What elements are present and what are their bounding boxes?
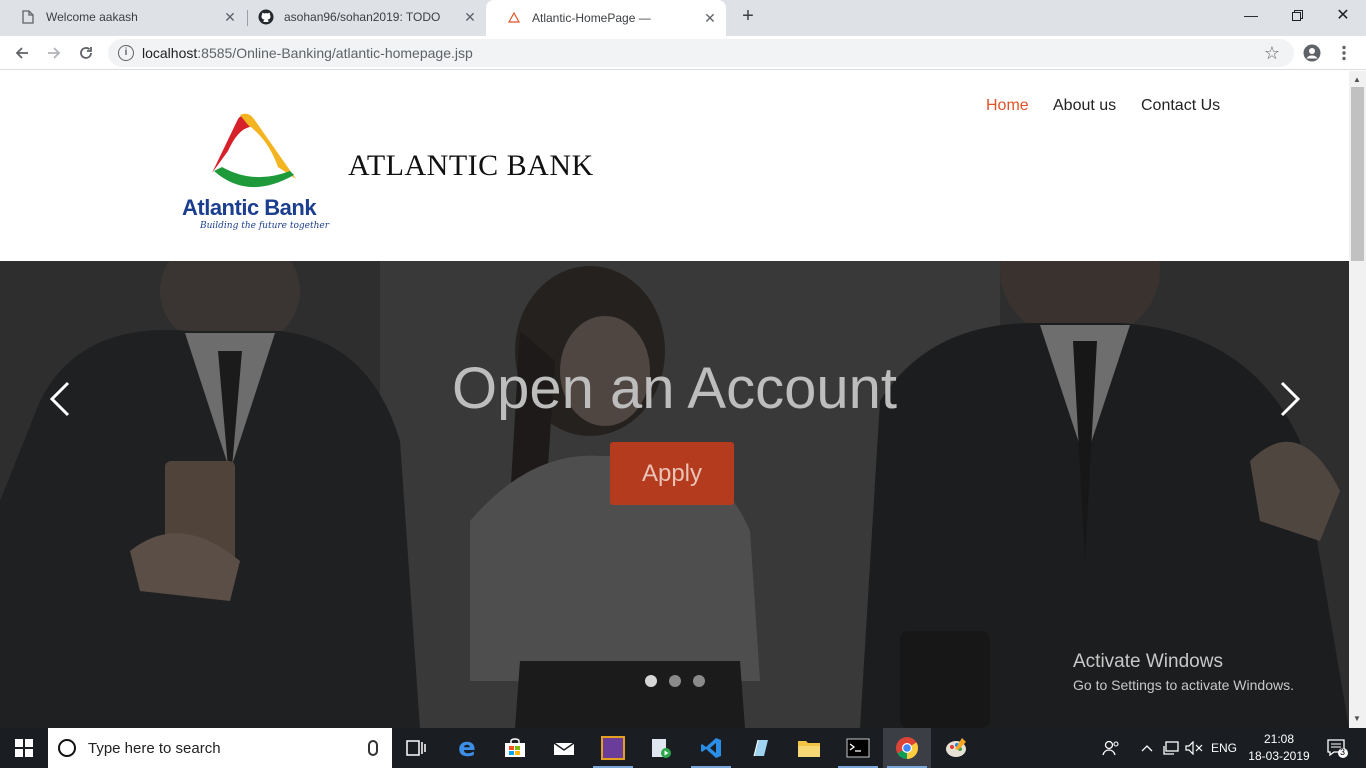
restore-icon[interactable] <box>1274 0 1320 30</box>
tab-welcome[interactable]: Welcome aakash ✕ <box>0 0 246 34</box>
back-icon[interactable] <box>9 40 35 66</box>
edge-icon[interactable]: e <box>443 728 491 768</box>
carousel-prev-icon[interactable] <box>46 379 76 419</box>
notification-count-badge: 3 <box>1340 747 1346 757</box>
mail-icon[interactable] <box>540 728 588 768</box>
close-tab-icon[interactable]: ✕ <box>222 9 238 25</box>
clock-time: 21:08 <box>1263 732 1295 746</box>
url-path: :8585/Online-Banking/atlantic-homepage.j… <box>197 45 473 61</box>
volume-muted-icon[interactable] <box>1184 728 1204 768</box>
logo-emblem-icon <box>212 113 296 188</box>
browser-toolbar: i localhost:8585/Online-Banking/atlantic… <box>0 36 1366 70</box>
loading-icon <box>506 10 522 26</box>
scroll-down-icon[interactable]: ▼ <box>1353 714 1361 723</box>
windows-taskbar: Type here to search e ENG 21:08 18-03-20… <box>0 728 1366 768</box>
nav-contact-us[interactable]: Contact Us <box>1141 97 1220 115</box>
forward-icon[interactable] <box>41 40 67 66</box>
hero-heading: Open an Account <box>452 356 897 421</box>
page-icon <box>20 9 36 25</box>
language-indicator[interactable]: ENG <box>1208 728 1240 768</box>
activate-windows-title: Activate Windows <box>1073 651 1223 672</box>
search-placeholder: Type here to search <box>88 739 221 757</box>
logo-tagline: Building the future together <box>200 221 330 231</box>
activate-windows-subtitle: Go to Settings to activate Windows. <box>1073 677 1294 693</box>
tab-title: Atlantic-HomePage — <box>532 11 651 25</box>
carousel-indicators <box>645 675 705 687</box>
paint-icon[interactable] <box>932 728 980 768</box>
url-host: localhost <box>142 45 198 61</box>
store-icon[interactable] <box>491 728 539 768</box>
carousel-dot-1[interactable] <box>645 675 657 687</box>
microphone-icon[interactable] <box>368 740 378 756</box>
github-icon <box>258 9 274 25</box>
clock-date: 18-03-2019 <box>1248 749 1310 763</box>
page-scrollbar[interactable]: ▲ ▼ <box>1349 71 1366 728</box>
people-icon[interactable] <box>1098 728 1124 768</box>
address-bar[interactable]: i localhost:8585/Online-Banking/atlantic… <box>108 39 1294 67</box>
vscode-icon[interactable] <box>687 728 735 768</box>
carousel-dot-3[interactable] <box>693 675 705 687</box>
tab-atlantic-homepage[interactable]: Atlantic-HomePage — ✕ <box>486 0 726 36</box>
carousel-dot-2[interactable] <box>669 675 681 687</box>
bookmark-star-icon[interactable]: ☆ <box>1264 43 1280 64</box>
site-info-icon[interactable]: i <box>118 45 134 61</box>
chrome-icon[interactable] <box>883 728 931 768</box>
tab-strip: Welcome aakash ✕ asohan96/sohan2019: TOD… <box>0 0 1366 36</box>
carousel-next-icon[interactable] <box>1274 379 1304 419</box>
task-view-icon[interactable] <box>392 728 440 768</box>
apply-button[interactable]: Apply <box>610 442 734 505</box>
game-app-icon[interactable] <box>589 728 637 768</box>
network-icon[interactable] <box>1160 728 1182 768</box>
minimize-icon[interactable]: — <box>1228 0 1274 30</box>
menu-kebab-icon[interactable] <box>1331 40 1357 66</box>
action-center-icon[interactable]: 3 <box>1320 728 1354 768</box>
tab-github[interactable]: asohan96/sohan2019: TODO ✕ <box>238 0 486 34</box>
new-tab-button[interactable]: + <box>736 5 760 29</box>
logo-wordmark: Atlantic Bank <box>182 195 317 220</box>
activate-windows-watermark: Activate Windows Go to Settings to activ… <box>1073 651 1294 693</box>
terminal-icon[interactable] <box>834 728 882 768</box>
nav-home[interactable]: Home <box>986 97 1029 115</box>
profile-icon[interactable] <box>1299 40 1325 66</box>
nav-about-us[interactable]: About us <box>1053 97 1116 115</box>
scrollbar-thumb[interactable] <box>1351 87 1364 261</box>
bank-title: ATLANTIC BANK <box>348 149 594 182</box>
taskbar-search-box[interactable]: Type here to search <box>48 728 392 768</box>
windows-start-icon[interactable] <box>0 728 48 768</box>
close-tab-icon[interactable]: ✕ <box>462 9 478 25</box>
scroll-up-icon[interactable]: ▲ <box>1353 75 1361 84</box>
file-explorer-icon[interactable] <box>785 728 833 768</box>
system-clock[interactable]: 21:08 18-03-2019 <box>1244 731 1314 765</box>
cortana-icon <box>58 739 76 757</box>
reload-icon[interactable] <box>73 40 99 66</box>
notepad-icon[interactable] <box>736 728 784 768</box>
media-app-icon[interactable] <box>637 728 685 768</box>
close-tab-icon[interactable]: ✕ <box>702 10 718 26</box>
page-viewport: Atlantic Bank Building the future togeth… <box>0 71 1349 728</box>
atlantic-bank-logo[interactable]: Atlantic Bank Building the future togeth… <box>178 109 334 234</box>
hero-carousel: Open an Account Apply Activate Windows G… <box>0 261 1349 728</box>
close-window-icon[interactable]: ✕ <box>1320 0 1366 30</box>
tab-title: Welcome aakash <box>46 10 138 24</box>
tab-title: asohan96/sohan2019: TODO <box>284 10 441 24</box>
show-hidden-icons-chevron-up-icon[interactable] <box>1138 728 1156 768</box>
